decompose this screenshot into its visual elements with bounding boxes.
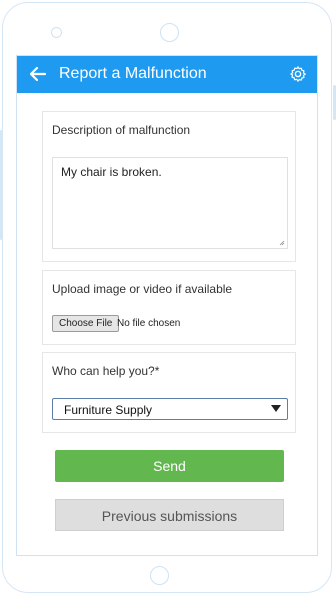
previous-submissions-button[interactable]: Previous submissions: [55, 499, 284, 531]
send-button[interactable]: Send: [55, 450, 284, 482]
upload-label: Upload image or video if available: [52, 282, 233, 296]
resize-handle-icon[interactable]: [279, 240, 285, 246]
front-camera: [160, 23, 179, 42]
chevron-down-icon: [271, 405, 281, 412]
helper-selected: Furniture Supply: [64, 403, 153, 417]
app-bar: Report a Malfunction: [17, 56, 317, 93]
upload-card: Upload image or video if available Choos…: [42, 270, 296, 345]
file-status: No file chosen: [117, 318, 181, 329]
volume-button: [0, 130, 3, 240]
app-screen: Report a Malfunction Description of malf…: [16, 55, 318, 556]
description-text: My chair is broken.: [61, 165, 162, 179]
helper-select[interactable]: Furniture Supply: [52, 398, 288, 420]
description-card: Description of malfunction My chair is b…: [42, 111, 296, 262]
back-arrow-icon[interactable]: [29, 65, 47, 83]
home-button[interactable]: [150, 566, 169, 585]
choose-file-button[interactable]: Choose File: [52, 315, 120, 332]
description-label: Description of malfunction: [52, 123, 191, 137]
description-textarea[interactable]: My chair is broken.: [52, 157, 288, 249]
page-title: Report a Malfunction: [59, 65, 207, 82]
helper-card: Who can help you?* Furniture Supply: [42, 352, 296, 433]
helper-label: Who can help you?*: [52, 364, 160, 378]
gear-icon[interactable]: [289, 65, 307, 83]
speaker: [51, 27, 62, 38]
